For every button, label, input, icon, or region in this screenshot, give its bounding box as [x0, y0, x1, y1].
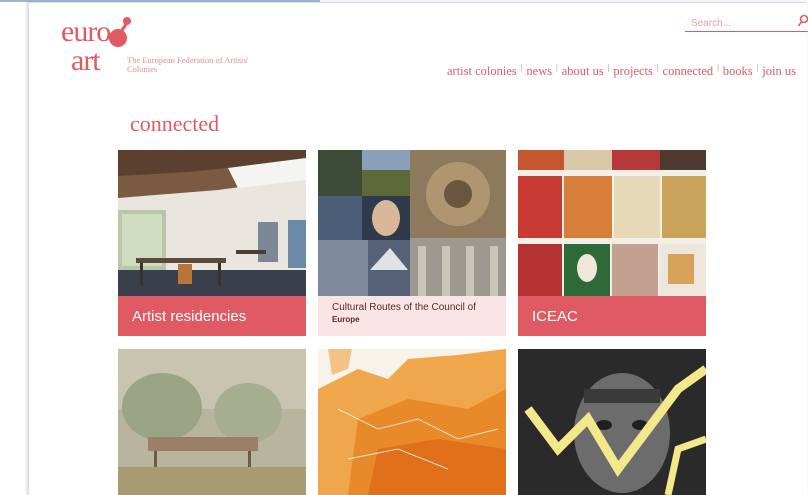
logo-tagline: The European Federation of Artists' Colo… [127, 55, 249, 74]
europe-map-image [318, 349, 506, 495]
nav-separator: | [556, 63, 558, 72]
portrait-collage-image [518, 349, 706, 495]
logo-mark-small-dot [123, 17, 131, 25]
nav-separator: | [717, 63, 719, 72]
main-nav: artist colonies | news | about us | proj… [447, 63, 796, 79]
nav-about-us[interactable]: about us [562, 64, 604, 79]
iceac-books-image [518, 150, 706, 296]
tile-cultural-routes[interactable]: Cultural Routes of the Council of Europe [318, 150, 506, 336]
nav-news[interactable]: news [526, 64, 552, 79]
nav-separator: | [607, 63, 610, 72]
page-frame: euro art The European Federation of Arti… [28, 2, 808, 495]
tile-artist-residencies[interactable]: Artist residencies [118, 150, 306, 336]
nav-join-us[interactable]: join us [762, 64, 796, 79]
tile-caption: ICEAC [518, 296, 706, 336]
page-title: connected [130, 111, 220, 136]
tile-map[interactable] [318, 349, 506, 495]
logo-line1: euro [61, 15, 111, 48]
nav-books[interactable]: books [723, 64, 753, 79]
nav-separator: | [520, 63, 523, 72]
residency-room-image [118, 150, 306, 296]
tile-caption-line1: Cultural Routes of the Council of [332, 302, 476, 313]
search-icon[interactable] [797, 14, 808, 28]
tile-caption: Artist residencies [118, 296, 306, 336]
nav-artist-colonies[interactable]: artist colonies [447, 64, 517, 79]
nav-separator: | [756, 63, 759, 72]
logo-line2: art [71, 44, 101, 77]
landscape-painting-image [118, 349, 306, 495]
tile-painting[interactable] [118, 349, 306, 495]
nav-separator: | [656, 63, 659, 72]
search-box [685, 13, 808, 32]
tile-caption: Cultural Routes of the Council of Europe [318, 296, 506, 336]
nav-projects[interactable]: projects [613, 64, 653, 79]
tile-portrait[interactable] [518, 349, 706, 495]
tile-iceac[interactable]: ICEAC [518, 150, 706, 336]
nav-connected[interactable]: connected [663, 64, 714, 79]
cultural-routes-collage-image [318, 150, 506, 296]
tile-caption-line2: Europe [332, 315, 360, 324]
search-input[interactable] [685, 15, 791, 32]
logo-mark-dot [109, 29, 127, 47]
